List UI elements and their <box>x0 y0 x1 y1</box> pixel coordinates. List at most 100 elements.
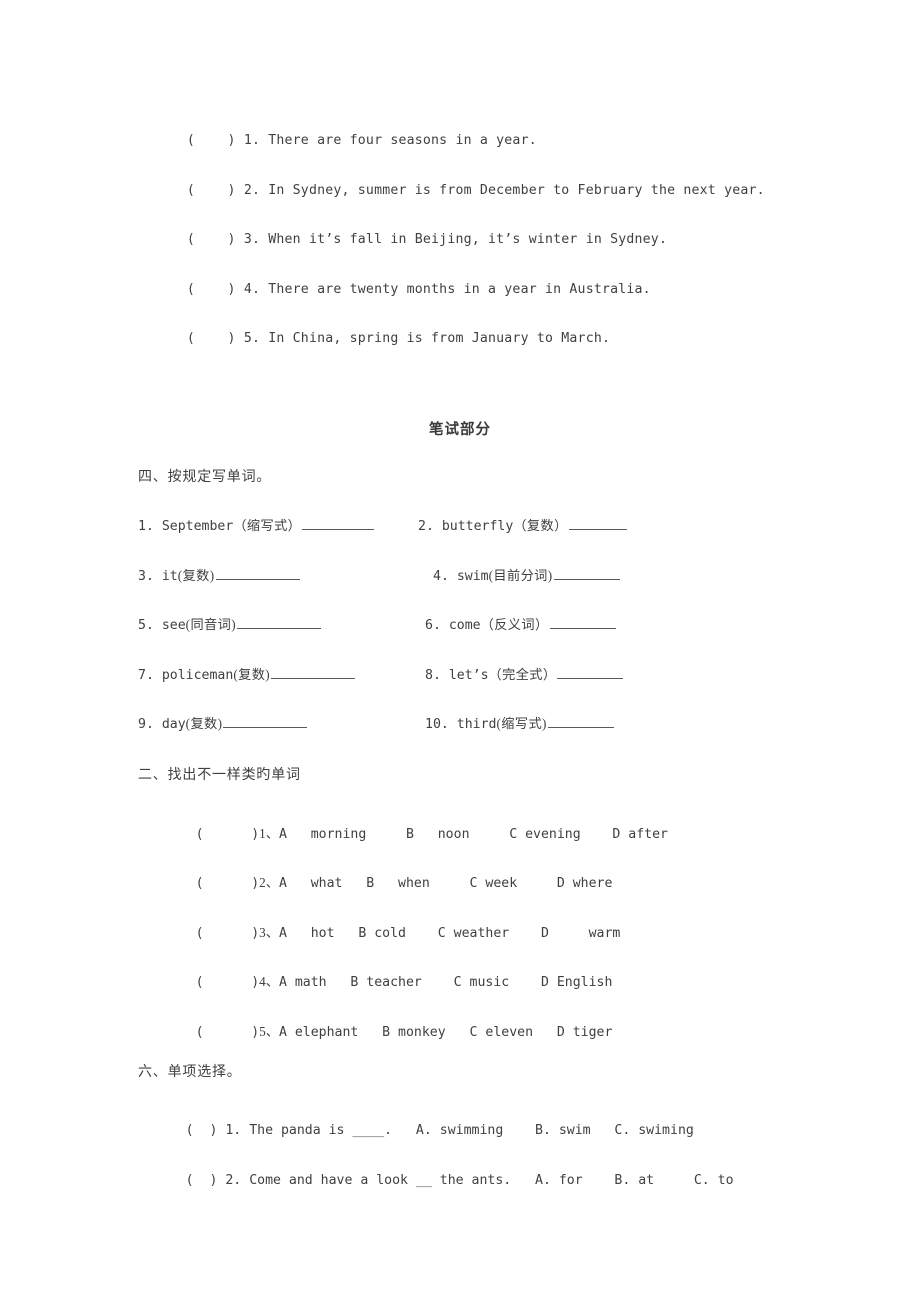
item-hint: (目前分词) <box>488 568 553 583</box>
item-number: 3. <box>243 232 261 248</box>
word-form-item: 7. policeman(复数) <box>138 667 356 682</box>
answer-blank[interactable] <box>302 518 375 530</box>
statement-text: In Sydney, summer is from December to Fe… <box>268 183 765 199</box>
word-form-item: 3. it(复数) <box>138 568 300 583</box>
item-number: 3. <box>138 569 154 584</box>
answer-bracket[interactable]: ( ) <box>196 876 260 891</box>
item-word: it <box>161 569 178 584</box>
word-forms-heading: 四、按规定写单词。 <box>138 470 272 485</box>
item-word: come <box>448 618 481 633</box>
word-form-item: 9. day(复数) <box>138 716 308 732</box>
item-number: 2. <box>225 1173 242 1189</box>
answer-blank[interactable] <box>568 518 627 530</box>
word-form-item: 6. come（反义词） <box>425 617 616 632</box>
item-hint: (复数) <box>177 568 215 583</box>
answer-bracket[interactable]: ( ) <box>187 282 236 297</box>
item-word: third <box>456 717 497 732</box>
item-options: A what B when C week D where <box>278 876 613 892</box>
item-options: A morning B noon C evening D after <box>278 827 668 843</box>
odd-one-out-row: ( )1、A morning B noon C evening D after <box>148 814 668 855</box>
item-number: 5、 <box>259 1024 279 1040</box>
item-number: 10. <box>425 717 449 732</box>
item-number: 3、 <box>259 925 279 941</box>
item-number: 8. <box>425 668 441 683</box>
single-choice-row: ( ) 2. Come and have a look __ the ants.… <box>138 1161 734 1201</box>
answer-blank[interactable] <box>547 716 614 728</box>
odd-one-out-heading: 二、找出不一样类旳单词 <box>138 768 301 783</box>
written-part-heading: 笔试部分 <box>429 422 491 438</box>
answer-blank[interactable] <box>549 617 616 629</box>
answer-bracket[interactable]: ( ) <box>186 1123 218 1138</box>
answer-bracket[interactable]: ( ) <box>187 183 236 198</box>
item-number: 2. <box>243 183 261 199</box>
item-number: 1. <box>243 133 261 149</box>
answer-blank[interactable] <box>223 716 308 728</box>
true-false-row: ( ) 1. There are four seasons in a year. <box>138 121 537 161</box>
item-number: 9. <box>138 717 154 732</box>
item-hint: （复数） <box>513 518 568 533</box>
answer-blank[interactable] <box>237 617 322 629</box>
true-false-row: ( ) 5. In China, spring is from January … <box>138 319 610 359</box>
item-number: 2. <box>418 519 434 534</box>
item-word: let’s <box>448 668 489 683</box>
single-choice-heading: 六、单项选择。 <box>138 1065 242 1080</box>
answer-bracket[interactable]: ( ) <box>187 331 236 346</box>
answer-bracket[interactable]: ( ) <box>186 1173 218 1188</box>
item-number: 1. <box>138 519 154 534</box>
item-hint: (同音词) <box>185 617 237 632</box>
answer-blank[interactable] <box>271 667 356 679</box>
item-word: butterfly <box>441 519 514 534</box>
single-choice-row: ( ) 1. The panda is ____. A. swimming B.… <box>138 1111 694 1151</box>
word-form-item: 1. September（缩写式） <box>138 518 375 534</box>
item-options: A math B teacher C music D English <box>278 975 613 991</box>
statement-text: When it’s fall in Beijing, it’s winter i… <box>268 232 668 248</box>
answer-blank[interactable] <box>553 568 620 580</box>
item-text: The panda is ____. A. swimming B. swim C… <box>249 1123 694 1139</box>
worksheet-page: ( ) 1. There are four seasons in a year.… <box>0 0 920 1302</box>
statement-text: There are four seasons in a year. <box>268 133 537 149</box>
true-false-row: ( ) 2. In Sydney, summer is from Decembe… <box>138 171 765 211</box>
item-hint: (复数) <box>185 716 223 731</box>
item-options: A hot B cold C weather D warm <box>278 926 621 942</box>
true-false-row: ( ) 4. There are twenty months in a year… <box>138 270 651 310</box>
answer-bracket[interactable]: ( ) <box>196 975 260 990</box>
statement-text: In China, spring is from January to Marc… <box>268 331 611 347</box>
answer-bracket[interactable]: ( ) <box>187 232 236 247</box>
odd-one-out-row: ( )5、A elephant B monkey C eleven D tige… <box>148 1012 613 1053</box>
item-number: 1. <box>225 1123 242 1139</box>
item-number: 4. <box>243 282 261 298</box>
item-number: 1、 <box>259 826 279 842</box>
item-hint: (缩写式) <box>496 716 547 731</box>
item-word: September <box>161 519 234 534</box>
statement-text: There are twenty months in a year in Aus… <box>268 282 651 298</box>
odd-one-out-row: ( )2、A what B when C week D where <box>148 863 613 904</box>
answer-blank[interactable] <box>557 667 624 679</box>
word-form-item: 2. butterfly（复数） <box>418 518 627 533</box>
item-hint: （完全式） <box>488 667 557 682</box>
item-hint: （缩写式） <box>233 518 302 533</box>
odd-one-out-row: ( )4、A math B teacher C music D English <box>148 962 613 1003</box>
item-word: day <box>161 717 186 732</box>
answer-blank[interactable] <box>215 568 300 580</box>
word-form-item: 8. let’s（完全式） <box>425 667 624 683</box>
true-false-row: ( ) 3. When it’s fall in Beijing, it’s w… <box>138 220 667 260</box>
item-number: 6. <box>425 618 441 633</box>
item-options: A elephant B monkey C eleven D tiger <box>278 1025 613 1041</box>
answer-bracket[interactable]: ( ) <box>196 827 260 842</box>
item-hint: (复数) <box>233 667 271 682</box>
item-number: 2、 <box>259 875 279 891</box>
answer-bracket[interactable]: ( ) <box>196 926 260 941</box>
odd-one-out-row: ( )3、A hot B cold C weather D warm <box>148 913 621 954</box>
answer-bracket[interactable]: ( ) <box>187 133 236 148</box>
answer-bracket[interactable]: ( ) <box>196 1025 260 1040</box>
word-form-item: 4. swim(目前分词) <box>433 568 620 583</box>
word-form-item: 10. third(缩写式) <box>425 716 614 731</box>
item-word: see <box>161 618 186 633</box>
word-form-item: 5. see(同音词) <box>138 617 322 633</box>
item-word: swim <box>456 569 489 584</box>
item-number: 4. <box>433 569 449 584</box>
item-number: 4、 <box>259 974 279 990</box>
item-text: Come and have a look __ the ants. A. for… <box>249 1173 734 1189</box>
item-number: 5. <box>138 618 154 633</box>
item-hint: （反义词） <box>480 617 549 632</box>
